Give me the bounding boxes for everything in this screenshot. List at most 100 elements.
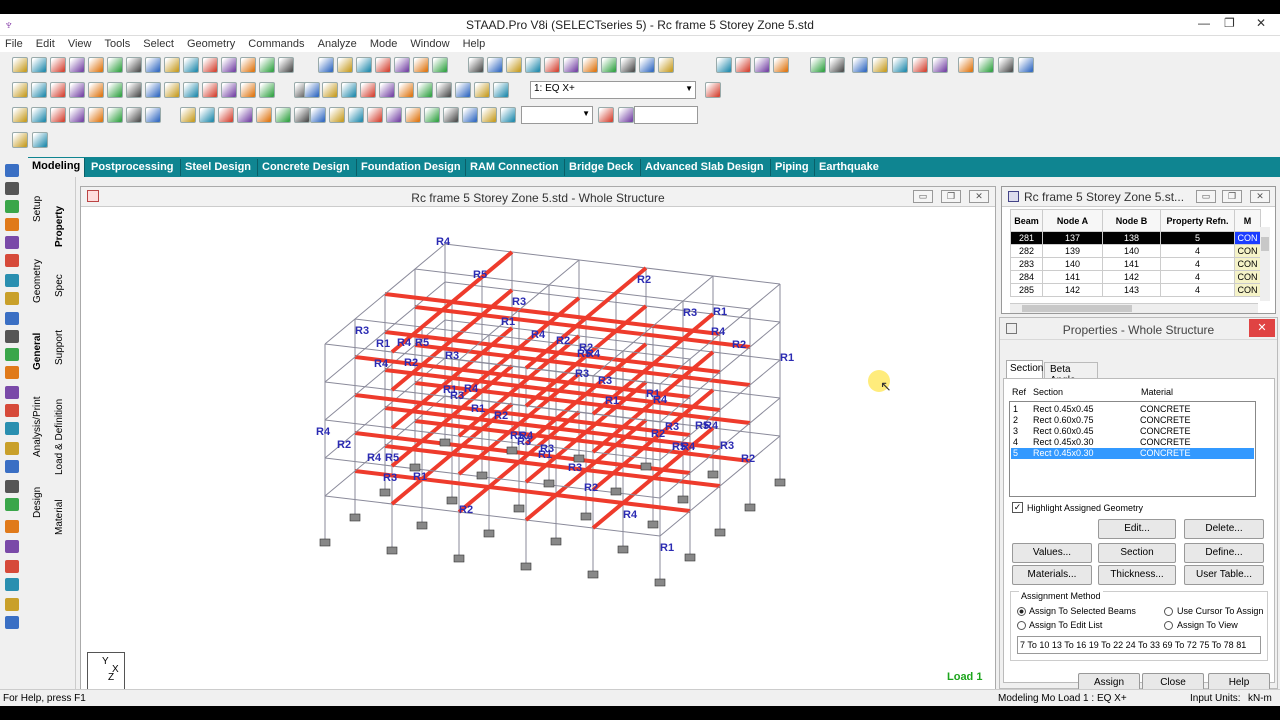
toolbar-tool-icon[interactable] — [126, 57, 142, 73]
toolbar-tool-icon[interactable] — [379, 82, 395, 98]
toolbar-tool-icon[interactable] — [32, 132, 48, 148]
menu-file[interactable]: File — [0, 36, 28, 52]
table-cell[interactable]: 284 — [1010, 270, 1043, 284]
tab-steel-design[interactable]: Steel Design — [181, 159, 258, 176]
menu-commands[interactable]: Commands — [243, 36, 309, 52]
col-node-a[interactable]: Node A — [1042, 209, 1103, 232]
table-row[interactable]: 282 139 140 4 CON — [1010, 244, 1261, 258]
toolbar-tool-icon[interactable] — [405, 107, 421, 123]
table-cell[interactable]: 137 — [1042, 231, 1103, 245]
vtab-geometry[interactable]: Geometry — [32, 255, 50, 307]
table-vertical-scrollbar[interactable] — [1260, 227, 1270, 301]
toolbar-tool-icon[interactable] — [221, 82, 237, 98]
toolbar-tool-icon[interactable] — [932, 57, 948, 73]
left-tool-icon[interactable] — [5, 348, 19, 361]
support-icon[interactable] — [483, 529, 495, 538]
toolbar-tool-icon[interactable] — [436, 82, 452, 98]
left-tool-icon[interactable] — [5, 254, 19, 267]
load-case-select[interactable]: 1: EQ X+ ▼ — [530, 81, 696, 99]
edit-list-input[interactable]: 7 To 10 13 To 16 19 To 22 24 To 33 69 To… — [1017, 636, 1261, 654]
support-icon[interactable] — [617, 545, 629, 554]
table-cell[interactable]: 140 — [1042, 257, 1103, 271]
toolbar-tool-icon[interactable] — [278, 57, 294, 73]
toolbar-tool-icon[interactable] — [487, 57, 503, 73]
toolbar-tool-icon[interactable] — [50, 107, 66, 123]
support-icon[interactable] — [654, 578, 666, 587]
toolbar-tool-icon[interactable] — [872, 57, 888, 73]
toolbar-tool-icon[interactable] — [12, 82, 28, 98]
toolbar-tool-icon[interactable] — [107, 107, 123, 123]
vtab-design[interactable]: Design — [32, 482, 50, 522]
toolbar-empty-field[interactable] — [634, 106, 698, 124]
tab-postprocessing[interactable]: Postprocessing — [87, 159, 181, 176]
toolbar-tool-icon[interactable] — [394, 57, 410, 73]
toolbar-tool-icon[interactable] — [88, 82, 104, 98]
toolbar-tool-icon[interactable] — [304, 82, 320, 98]
toolbar-tool-icon[interactable] — [468, 57, 484, 73]
toolbar-tool-icon[interactable] — [829, 57, 845, 73]
table-cell[interactable]: 138 — [1102, 231, 1161, 245]
left-tool-icon[interactable] — [5, 598, 19, 611]
scrollbar-thumb[interactable] — [1261, 237, 1269, 251]
tab-concrete-design[interactable]: Concrete Design — [258, 159, 357, 176]
toolbar-tool-icon[interactable] — [12, 132, 28, 148]
radio-use-cursor[interactable] — [1164, 607, 1173, 616]
list-item[interactable]: 1 Rect 0.45x0.45 CONCRETE — [1011, 404, 1254, 415]
toolbar-empty-combo[interactable]: ▼ — [521, 106, 593, 124]
table-cell[interactable]: CON — [1234, 283, 1261, 297]
left-tool-icon[interactable] — [5, 540, 19, 553]
toolbar-tool-icon[interactable] — [256, 107, 272, 123]
toolbar-tool-icon[interactable] — [259, 82, 275, 98]
support-icon[interactable] — [707, 470, 719, 479]
list-item[interactable]: 5 Rect 0.45x0.30 CONCRETE — [1011, 448, 1254, 459]
col-beam[interactable]: Beam — [1010, 209, 1043, 232]
toolbar-tool-icon[interactable] — [360, 82, 376, 98]
toolbar-tool-icon[interactable] — [598, 107, 614, 123]
toolbar-tool-icon[interactable] — [31, 107, 47, 123]
toolbar-tool-icon[interactable] — [563, 57, 579, 73]
table-cell[interactable]: 5 — [1160, 231, 1235, 245]
left-tool-icon[interactable] — [5, 404, 19, 417]
toolbar-tool-icon[interactable] — [455, 82, 471, 98]
support-icon[interactable] — [774, 478, 786, 487]
toolbar-tool-icon[interactable] — [443, 107, 459, 123]
toolbar-tool-icon[interactable] — [810, 57, 826, 73]
toolbar-tool-icon[interactable] — [398, 82, 414, 98]
toolbar-tool-icon[interactable] — [202, 82, 218, 98]
toolbar-tool-icon[interactable] — [525, 57, 541, 73]
values-button[interactable]: Values... — [1012, 543, 1092, 563]
toolbar-tool-icon[interactable] — [432, 57, 448, 73]
support-icon[interactable] — [550, 537, 562, 546]
left-tool-icon[interactable] — [5, 422, 19, 435]
table-row[interactable]: 281 137 138 5 CON — [1010, 231, 1261, 245]
table-cell[interactable]: CON — [1234, 257, 1261, 271]
toolbar-tool-icon[interactable] — [221, 57, 237, 73]
minimize-button[interactable]: — — [1198, 16, 1210, 30]
support-icon[interactable] — [580, 512, 592, 521]
scrollbar-thumb[interactable] — [1022, 305, 1132, 312]
radio-edit-list[interactable] — [1017, 621, 1026, 630]
table-cell[interactable]: 143 — [1102, 283, 1161, 297]
toolbar-tool-icon[interactable] — [145, 107, 161, 123]
left-tool-icon[interactable] — [5, 480, 19, 493]
support-icon[interactable] — [439, 438, 451, 447]
left-tool-icon[interactable] — [5, 560, 19, 573]
toolbar-tool-icon[interactable] — [506, 57, 522, 73]
toolbar-tool-icon[interactable] — [50, 82, 66, 98]
toolbar-tool-icon[interactable] — [474, 82, 490, 98]
toolbar-tool-icon[interactable] — [481, 107, 497, 123]
support-icon[interactable] — [476, 471, 488, 480]
left-tool-icon[interactable] — [5, 386, 19, 399]
toolbar-tool-icon[interactable] — [735, 57, 751, 73]
vtab-setup[interactable]: Setup — [32, 187, 50, 231]
toolbar-tool-icon[interactable] — [367, 107, 383, 123]
left-tool-icon[interactable] — [5, 182, 19, 195]
table-cell[interactable]: 141 — [1102, 257, 1161, 271]
toolbar-tool-icon[interactable] — [164, 82, 180, 98]
table-cell[interactable]: 281 — [1010, 231, 1043, 245]
toolbar-tool-icon[interactable] — [69, 107, 85, 123]
table-row[interactable]: 284 141 142 4 CON — [1010, 270, 1261, 284]
table-cell[interactable]: 4 — [1160, 257, 1235, 271]
left-tool-icon[interactable] — [5, 236, 19, 249]
left-tool-icon[interactable] — [5, 442, 19, 455]
